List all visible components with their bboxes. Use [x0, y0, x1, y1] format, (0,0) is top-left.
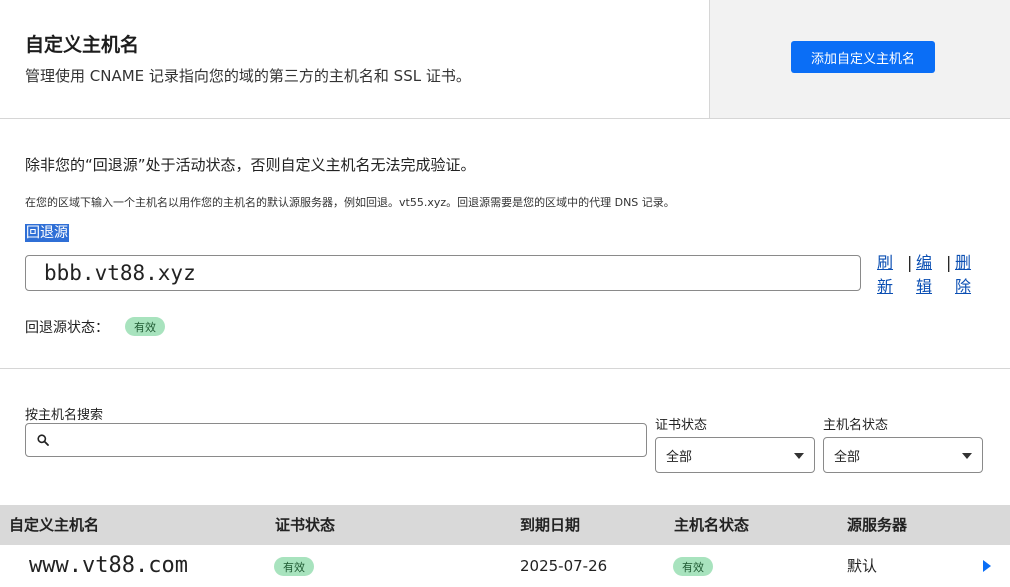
table-header: 自定义主机名 证书状态 到期日期 主机名状态 源服务器	[0, 505, 1010, 545]
delete-link[interactable]: 删除	[955, 251, 973, 299]
cert-status-select-value: 全部	[666, 449, 693, 465]
refresh-link[interactable]: 刷新	[877, 251, 895, 299]
host-status-select[interactable]: 全部	[823, 437, 983, 473]
page-subtitle: 管理使用 CNAME 记录指向您的域的第三方的主机名和 SSL 证书。	[25, 67, 471, 85]
page-title: 自定义主机名	[25, 34, 140, 56]
row-cert-status-badge: 有效	[274, 557, 314, 576]
table-row[interactable]: www.vt88.com 有效 2025-07-26 有效 默认	[0, 545, 1010, 587]
edit-link[interactable]: 编辑	[916, 251, 934, 299]
column-header-hostname[interactable]: 自定义主机名	[9, 505, 99, 545]
fallback-warning: 除非您的“回退源”处于活动状态，否则自定义主机名无法完成验证。	[25, 156, 476, 174]
row-hostname: www.vt88.com	[29, 553, 188, 578]
chevron-down-icon	[962, 453, 972, 459]
row-origin: 默认	[847, 557, 878, 575]
fallback-origin-section: 除非您的“回退源”处于活动状态，否则自定义主机名无法完成验证。 在您的区域下输入…	[0, 119, 1010, 369]
column-header-host-status[interactable]: 主机名状态	[674, 505, 749, 545]
page-header: 自定义主机名 管理使用 CNAME 记录指向您的域的第三方的主机名和 SSL 证…	[0, 0, 1010, 119]
column-header-cert-status[interactable]: 证书状态	[275, 505, 335, 545]
fallback-status-label: 回退源状态：	[25, 320, 109, 336]
search-label: 按主机名搜索	[25, 408, 104, 423]
header-actions: 添加自定义主机名	[709, 0, 1010, 118]
fallback-origin-label: 回退源	[25, 224, 69, 242]
hostname-search-input[interactable]	[25, 423, 647, 457]
add-custom-hostname-button[interactable]: 添加自定义主机名	[791, 41, 935, 73]
cert-status-select[interactable]: 全部	[655, 437, 815, 473]
host-status-filter-label: 主机名状态	[823, 418, 889, 433]
fallback-origin-input[interactable]: bbb.vt88.xyz	[25, 255, 861, 291]
search-icon	[37, 434, 49, 446]
action-separator: |	[946, 253, 952, 272]
chevron-down-icon	[794, 453, 804, 459]
fallback-status-badge: 有效	[125, 317, 165, 336]
column-header-expiry[interactable]: 到期日期	[520, 505, 580, 545]
row-host-status-badge: 有效	[673, 557, 713, 576]
action-separator: |	[907, 253, 913, 272]
column-header-origin[interactable]: 源服务器	[847, 505, 907, 545]
row-expiry-date: 2025-07-26	[520, 557, 608, 575]
expand-row-icon[interactable]	[983, 560, 991, 572]
header-info: 自定义主机名 管理使用 CNAME 记录指向您的域的第三方的主机名和 SSL 证…	[0, 0, 709, 118]
host-status-select-value: 全部	[834, 449, 861, 465]
cert-status-filter-label: 证书状态	[655, 418, 708, 433]
fallback-help-text: 在您的区域下输入一个主机名以用作您的主机名的默认源服务器，例如回退。vt55.x…	[25, 196, 675, 209]
